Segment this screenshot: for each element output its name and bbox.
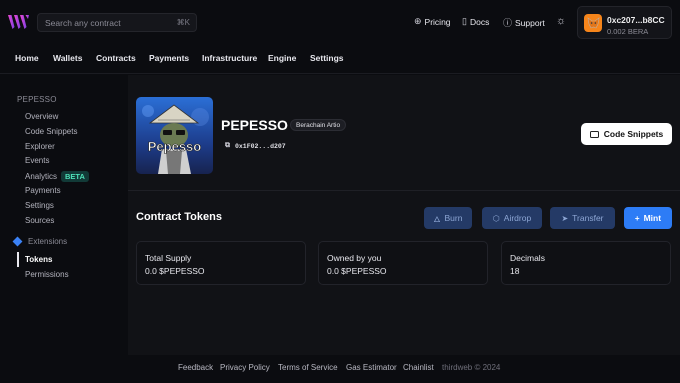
- section-divider: [128, 190, 680, 191]
- flame-icon: 🜂: [433, 214, 441, 224]
- sidebar-item-settings[interactable]: Settings: [25, 201, 54, 210]
- code-window-icon: [589, 130, 599, 138]
- nav-home[interactable]: Home: [15, 53, 39, 63]
- sidebar-item-explorer[interactable]: Explorer: [25, 142, 55, 151]
- stat-label: Owned by you: [327, 253, 382, 263]
- pricing-link[interactable]: ⊕ Pricing: [414, 16, 451, 27]
- burn-button[interactable]: 🜂 Burn: [424, 207, 472, 229]
- sun-icon: ☼: [556, 15, 567, 27]
- stat-value: 0.0 $PEPESSO: [327, 266, 387, 276]
- stat-owned-by-you: Owned by you 0.0 $PEPESSO: [318, 241, 488, 285]
- sidebar-item-payments[interactable]: Payments: [25, 186, 61, 195]
- theme-toggle-button[interactable]: ☼: [556, 15, 569, 27]
- main-content: Pepesso PEPESSO Berachain Artio ⧉ 0x1F02…: [128, 75, 680, 355]
- contract-address-copy[interactable]: ⧉ 0x1F02...d207: [225, 142, 286, 150]
- footer-link-gas-estimator[interactable]: Gas Estimator: [346, 363, 397, 372]
- sidebar: PEPESSO Overview Code Snippets Explorer …: [0, 75, 128, 355]
- droplet-icon: ⬡: [492, 213, 500, 223]
- mint-label: Mint: [643, 213, 662, 223]
- stat-total-supply: Total Supply 0.0 $PEPESSO: [136, 241, 306, 285]
- top-bar: ⌘K ⊕ Pricing ▯ Docs ⓘ Support ☼ 0xc207..…: [0, 0, 680, 44]
- airdrop-label: Airdrop: [503, 213, 532, 223]
- footer-link-privacy[interactable]: Privacy Policy: [220, 363, 270, 372]
- send-icon: ➤: [561, 213, 569, 223]
- nav-settings[interactable]: Settings: [310, 53, 344, 63]
- active-indicator: [17, 252, 19, 267]
- nav-engine[interactable]: Engine: [268, 53, 296, 63]
- contract-thumbnail: Pepesso: [136, 97, 213, 174]
- main-nav: Home Wallets Contracts Payments Infrastr…: [0, 44, 680, 74]
- plus-icon: +: [634, 213, 640, 223]
- support-label: Support: [515, 17, 545, 28]
- burn-label: Burn: [444, 213, 463, 223]
- globe-icon: ⊕: [414, 16, 422, 26]
- sidebar-item-analytics-label: Analytics: [25, 172, 58, 181]
- help-circle-icon: ⓘ: [503, 18, 513, 28]
- code-snippets-button[interactable]: Code Snippets: [581, 123, 672, 145]
- transfer-label: Transfer: [572, 213, 604, 223]
- airdrop-button[interactable]: ⬡ Airdrop: [482, 207, 542, 229]
- copy-icon: ⧉: [225, 142, 230, 150]
- search-shortcut: ⌘K: [176, 18, 190, 27]
- stat-label: Decimals: [510, 253, 545, 263]
- stat-value: 0.0 $PEPESSO: [145, 266, 205, 276]
- search-box[interactable]: ⌘K: [37, 13, 197, 32]
- code-snippets-label: Code Snippets: [603, 129, 664, 139]
- footer-copyright: thirdweb © 2024: [442, 363, 501, 372]
- search-input[interactable]: [45, 17, 177, 28]
- wallet-balance: 0.002 BERA: [607, 27, 649, 36]
- extensions-icon: [12, 236, 23, 247]
- stat-label: Total Supply: [145, 253, 192, 263]
- metamask-icon: [584, 14, 602, 32]
- stat-value: 18: [510, 266, 520, 276]
- nav-wallets[interactable]: Wallets: [53, 53, 82, 63]
- thirdweb-logo[interactable]: [8, 14, 30, 30]
- extensions-label: Extensions: [28, 237, 68, 246]
- footer: Feedback Privacy Policy Terms of Service…: [0, 355, 680, 383]
- sidebar-item-overview[interactable]: Overview: [25, 112, 58, 121]
- transfer-button[interactable]: ➤ Transfer: [550, 207, 615, 229]
- sidebar-item-analytics[interactable]: Analytics BETA: [25, 171, 89, 182]
- docs-link[interactable]: ▯ Docs: [462, 16, 489, 27]
- pricing-label: Pricing: [424, 16, 451, 27]
- stat-decimals: Decimals 18: [501, 241, 671, 285]
- nav-infrastructure[interactable]: Infrastructure: [202, 53, 257, 63]
- sidebar-item-sources[interactable]: Sources: [25, 216, 54, 225]
- sidebar-item-tokens[interactable]: Tokens: [25, 255, 52, 264]
- footer-link-chainlist[interactable]: Chainlist: [403, 363, 434, 372]
- chain-badge[interactable]: Berachain Artio: [290, 119, 347, 131]
- wallet-button[interactable]: 0xc207...b8CC 0.002 BERA: [577, 6, 672, 39]
- nav-payments[interactable]: Payments: [149, 53, 189, 63]
- contract-name: PEPESSO: [221, 117, 288, 133]
- docs-label: Docs: [469, 16, 490, 27]
- nav-contracts[interactable]: Contracts: [96, 53, 136, 63]
- contract-tokens-title: Contract Tokens: [136, 211, 222, 223]
- contract-address: 0x1F02...d207: [235, 142, 286, 150]
- extensions-header: Extensions: [12, 236, 68, 247]
- sidebar-section-title: PEPESSO: [17, 95, 57, 104]
- support-link[interactable]: ⓘ Support: [503, 16, 545, 29]
- beta-badge: BETA: [61, 171, 89, 182]
- wallet-address: 0xc207...b8CC: [607, 15, 665, 25]
- thumbnail-text: Pepesso: [148, 139, 202, 154]
- footer-link-terms[interactable]: Terms of Service: [278, 363, 338, 372]
- sidebar-item-code-snippets[interactable]: Code Snippets: [25, 127, 77, 136]
- mint-button[interactable]: + Mint: [624, 207, 672, 229]
- sidebar-item-events[interactable]: Events: [25, 156, 49, 165]
- document-icon: ▯: [462, 16, 467, 26]
- sidebar-item-permissions[interactable]: Permissions: [25, 270, 69, 279]
- footer-link-feedback[interactable]: Feedback: [178, 363, 213, 372]
